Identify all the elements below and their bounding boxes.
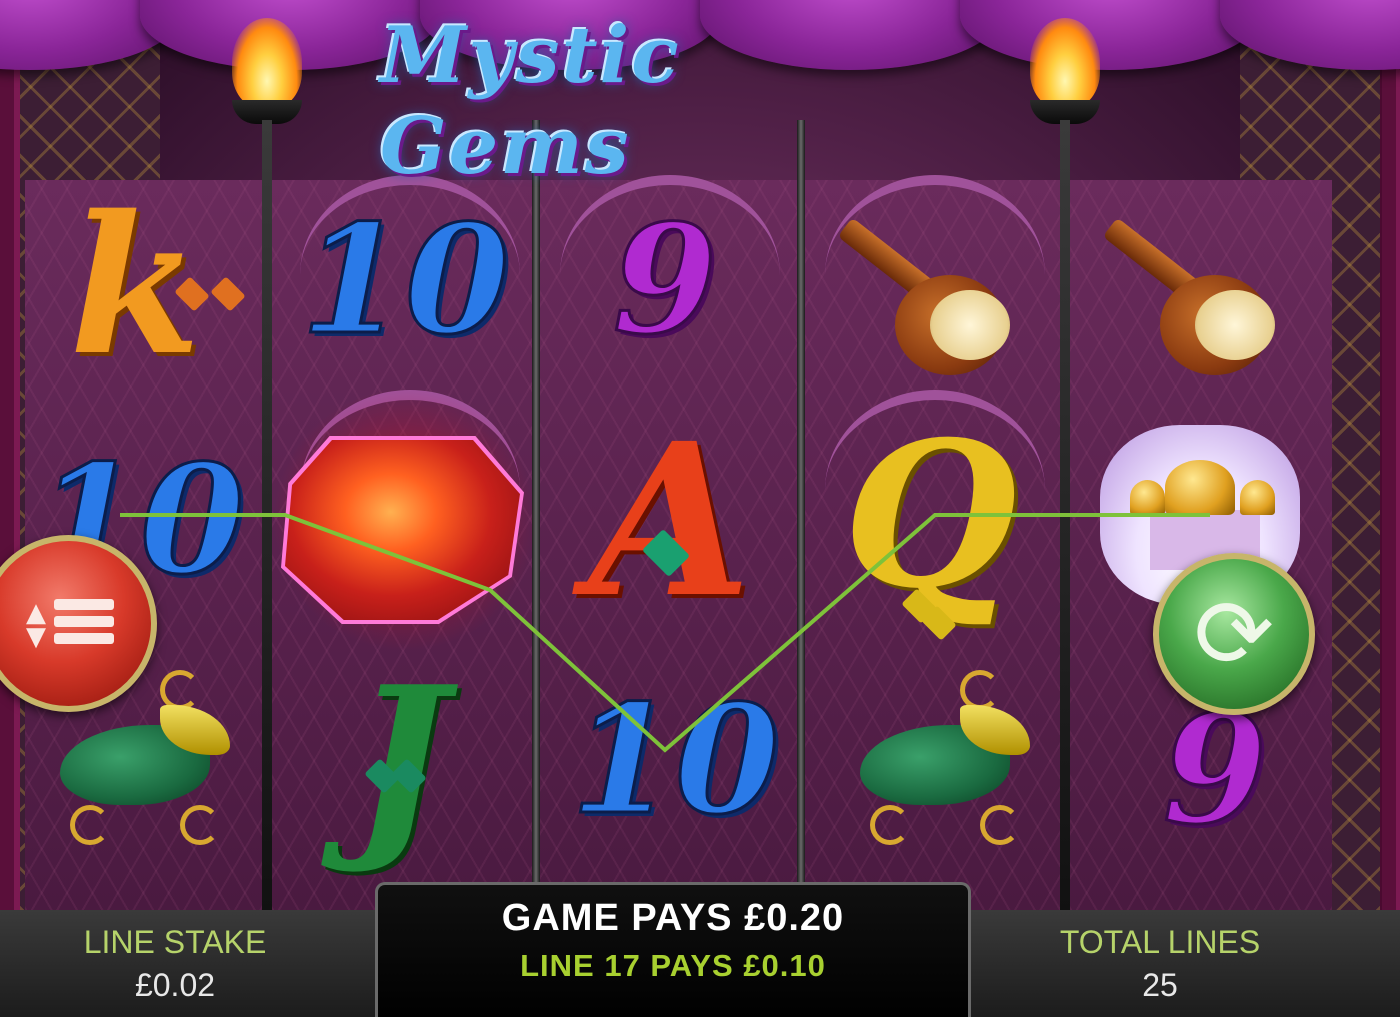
instrument-symbol bbox=[1100, 195, 1280, 385]
reel-divider bbox=[797, 120, 805, 910]
palace-dome bbox=[1130, 480, 1165, 515]
torch-flame-icon bbox=[1030, 18, 1100, 108]
game-stage: Mystic Gems k 10 9 10 A Q J 10 9 ▲ ▼ ⟳ L… bbox=[0, 0, 1400, 1017]
symbol-10: 10 bbox=[299, 191, 511, 370]
total-lines-label: TOTAL LINES bbox=[1059, 924, 1261, 960]
win-panel: GAME PAYS £0.20 LINE 17 PAYS £0.10 bbox=[375, 882, 971, 1017]
menu-icon bbox=[54, 599, 114, 650]
spin-button[interactable]: ⟳ bbox=[1153, 553, 1315, 715]
symbol-j: J bbox=[352, 642, 448, 878]
palace-dome bbox=[1165, 460, 1235, 515]
total-lines-value: 25 bbox=[1142, 967, 1178, 1003]
line-stake-panel: LINE STAKE £0.02 bbox=[25, 910, 325, 1004]
line-stake-value: £0.02 bbox=[134, 967, 216, 1003]
torch-pole bbox=[1060, 120, 1070, 910]
sort-arrows-icon: ▲ ▼ bbox=[26, 598, 46, 652]
slipper-symbol bbox=[840, 665, 1030, 865]
torch-flame-icon bbox=[232, 18, 302, 108]
symbol-9: 9 bbox=[611, 191, 718, 370]
refresh-icon: ⟳ bbox=[1193, 578, 1275, 690]
palace-dome bbox=[1240, 480, 1275, 515]
game-logo: Mystic Gems bbox=[380, 10, 681, 192]
line-stake-label: LINE STAKE bbox=[83, 924, 267, 960]
total-lines-panel: TOTAL LINES 25 bbox=[1010, 910, 1310, 1004]
symbol-a: A bbox=[588, 396, 752, 644]
symbol-10: 10 bbox=[569, 671, 781, 850]
instrument-symbol bbox=[835, 195, 1015, 385]
symbol-q: Q bbox=[842, 397, 1018, 633]
game-pays-text: GAME PAYS £0.20 bbox=[501, 897, 845, 939]
line-pays-text: LINE 17 PAYS £0.10 bbox=[520, 948, 826, 983]
